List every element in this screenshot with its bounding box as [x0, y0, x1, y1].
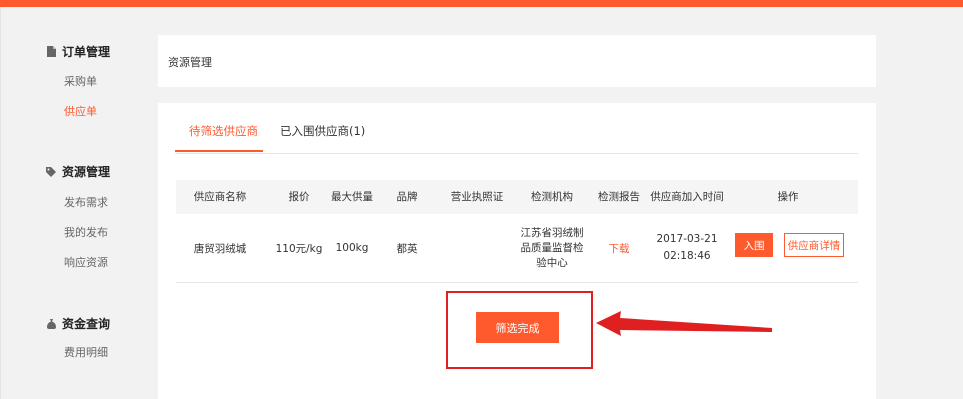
shortlist-button[interactable]: 入围 — [735, 233, 773, 257]
column-header-business-license: 营业执照证 — [450, 191, 504, 203]
sidebar-group-title: 资源管理 — [62, 165, 111, 179]
cell-join-time: 2017-03-21 02:18:46 — [656, 233, 718, 262]
sidebar-group-resources: 资源管理 — [46, 163, 110, 180]
cell-testing-institution: 江苏省羽绒制品质量监督检验中心 — [520, 226, 584, 269]
sidebar-group-funds: 资金查询 — [46, 315, 110, 332]
document-icon — [46, 46, 56, 57]
column-header-max-supply: 最大供量 — [331, 191, 373, 203]
column-header-actions: 操作 — [777, 191, 799, 203]
column-header-testing-institution: 检测机构 — [531, 191, 573, 203]
sidebar-item-supply-orders[interactable]: 供应单 — [64, 103, 97, 119]
tab-bar: 待筛选供应商 已入围供应商(1) — [175, 103, 858, 154]
column-header-test-report: 检测报告 — [598, 191, 640, 203]
cell-price: 110元/kg — [275, 242, 323, 255]
tab-shortlisted-suppliers[interactable]: 已入围供应商(1) — [280, 123, 365, 139]
cell-brand: 都英 — [396, 242, 418, 255]
sidebar-item-my-publications[interactable]: 我的发布 — [64, 224, 108, 240]
download-report-link[interactable]: 下载 — [609, 214, 630, 282]
sidebar-group-orders: 订单管理 — [46, 43, 110, 60]
sidebar-item-publish-demand[interactable]: 发布需求 — [64, 194, 108, 210]
column-header-join-time: 供应商加入时间 — [650, 191, 724, 203]
top-accent-bar — [0, 0, 963, 7]
sidebar-item-response-resources[interactable]: 响应资源 — [64, 254, 108, 270]
cell-supplier-name: 唐贸羽绒城 — [193, 242, 247, 255]
page-header: 资源管理 — [158, 35, 876, 87]
finish-screening-button[interactable]: 筛选完成 — [476, 312, 559, 343]
sidebar-group-title: 资金查询 — [62, 317, 111, 331]
tab-pending-suppliers[interactable]: 待筛选供应商 — [189, 123, 258, 139]
cell-max-supply: 100kg — [335, 242, 369, 254]
supplier-details-button[interactable]: 供应商详情 — [784, 233, 844, 257]
active-tab-indicator — [175, 150, 263, 152]
column-header-brand: 品牌 — [396, 191, 418, 203]
sidebar-group-title: 订单管理 — [62, 45, 111, 59]
table-header: 供应商名称 报价 最大供量 品牌 营业执照证 检测机构 检测报告 供应商加入时间… — [176, 180, 858, 214]
page-title: 资源管理 — [168, 56, 212, 69]
column-header-supplier-name: 供应商名称 — [193, 191, 247, 203]
sidebar: 订单管理 采购单 供应单 资源管理 发布需求 我的发布 响应资源 资金查询 费用… — [0, 7, 150, 399]
sidebar-item-purchase-orders[interactable]: 采购单 — [64, 73, 97, 89]
column-header-price: 报价 — [288, 191, 310, 203]
money-bag-icon — [46, 318, 56, 329]
sidebar-item-expense-details[interactable]: 费用明细 — [64, 344, 108, 360]
tag-icon — [46, 166, 56, 177]
